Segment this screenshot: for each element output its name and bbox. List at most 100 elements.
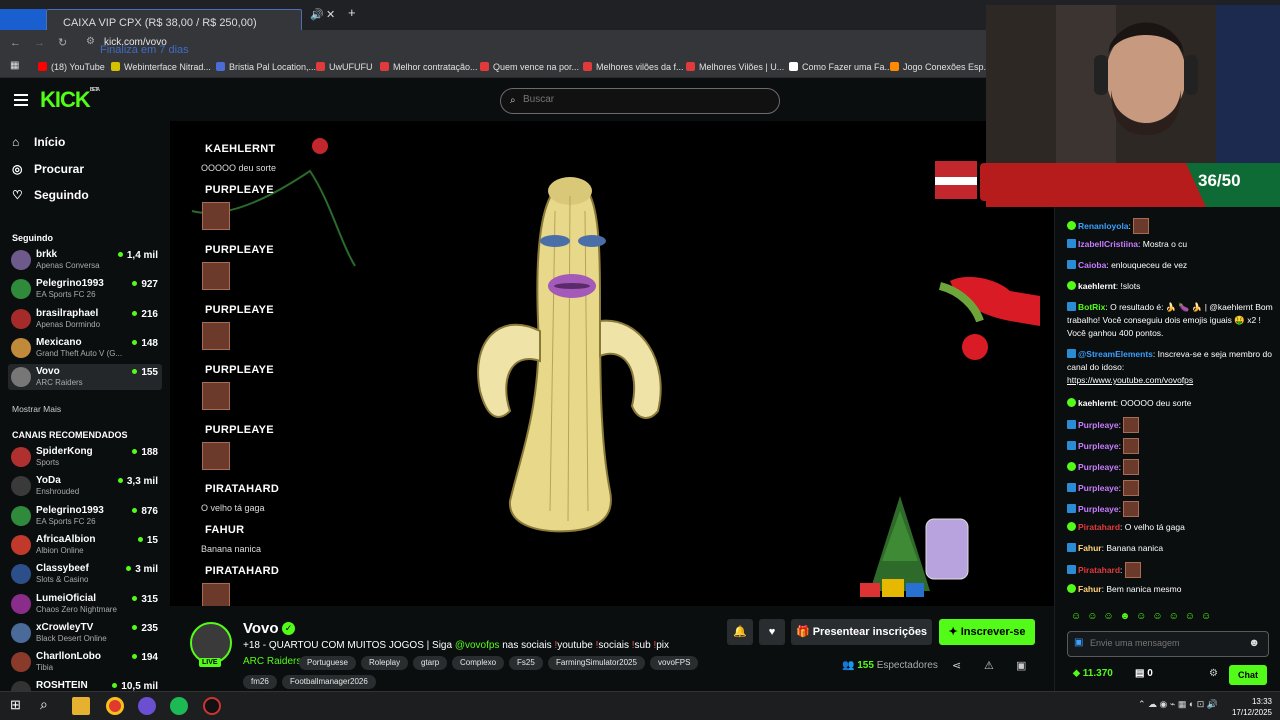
kick-logo[interactable]: KICKBETA <box>40 87 100 113</box>
streamer-name[interactable]: Vovo <box>243 620 279 637</box>
nav-following[interactable]: ♡ Seguindo <box>12 188 89 202</box>
discord-icon[interactable] <box>138 697 156 715</box>
gift-count[interactable]: ▤ 0 <box>1135 668 1153 679</box>
stream-tag[interactable]: vovoFPS <box>650 656 699 670</box>
channel-name: YoDa <box>36 475 61 487</box>
chat-username[interactable]: Purpleaye <box>1078 462 1119 472</box>
back-icon[interactable]: ← <box>10 37 21 49</box>
bookmark-item[interactable]: UwUFUFU <box>316 62 373 72</box>
bookmark-item[interactable]: Como Fazer uma Fa... <box>789 62 892 72</box>
stream-tag[interactable]: Complexo <box>452 656 505 670</box>
chat-username[interactable]: Purpleaye <box>1078 420 1119 430</box>
stream-tag[interactable]: Portuguese <box>299 656 356 670</box>
windows-start-icon[interactable]: ⊞ <box>10 697 21 713</box>
channel-row[interactable]: Mexicano Grand Theft Auto V (G... 148 <box>8 335 162 361</box>
bookmark-item[interactable]: Bristia Pal Location,... <box>216 62 316 72</box>
chat-username[interactable]: @StreamElements <box>1078 349 1153 359</box>
chat-username[interactable]: IzabellCristiina <box>1078 239 1138 249</box>
system-clock[interactable]: 13:33 17/12/2025 <box>1232 696 1272 718</box>
report-icon[interactable]: ⚠ <box>984 659 994 672</box>
file-explorer-icon[interactable] <box>72 697 90 715</box>
channel-row[interactable]: YoDa Enshrouded 3,3 mil <box>8 473 162 499</box>
chat-username[interactable]: Piratahard <box>1078 565 1120 575</box>
emote-bar[interactable]: ☺☺☺☻☺☺☺☺☺ <box>1071 611 1217 622</box>
bookmark-item[interactable]: (18) YouTube <box>38 62 105 72</box>
stream-tag[interactable]: gtarp <box>413 656 448 670</box>
search-box[interactable]: ⌕ <box>500 88 780 114</box>
search-input[interactable] <box>523 94 763 105</box>
apps-grid-icon[interactable]: ▦ <box>10 60 19 71</box>
spotify-icon[interactable] <box>170 697 188 715</box>
stream-tag[interactable]: fm26 <box>243 675 277 689</box>
channel-row[interactable]: CharllonLobo Tibia 194 <box>8 649 162 675</box>
bookmark-item[interactable]: Melhor contratação... <box>380 62 478 72</box>
channel-row[interactable]: xCrowleyTV Black Desert Online 235 <box>8 620 162 646</box>
home-icon: ⌂ <box>12 135 20 149</box>
channel-row[interactable]: brasilraphael Apenas Dormindo 216 <box>8 306 162 332</box>
stream-category-link[interactable]: ARC Raiders <box>243 656 301 667</box>
channel-row[interactable]: AfricaAlbion Albion Online 15 <box>8 532 162 558</box>
bookmark-item[interactable]: Melhores vilões da f... <box>583 62 684 72</box>
gift-subs-button[interactable]: 🎁 Presentear inscrições <box>791 619 932 645</box>
stream-tag[interactable]: FarmingSimulator2025 <box>548 656 645 670</box>
chrome-icon[interactable] <box>106 697 124 715</box>
menu-icon[interactable] <box>14 94 28 106</box>
search-taskbar-icon[interactable]: ⌕ <box>40 696 48 713</box>
title-handle-link[interactable]: @vovofps <box>455 640 500 651</box>
chat-username[interactable]: Renanloyola <box>1078 221 1129 231</box>
chat-link[interactable]: https://www.youtube.com/vovofps <box>1067 375 1193 385</box>
bookmark-item[interactable]: Jogo Conexões Esp... <box>890 62 991 72</box>
channel-row[interactable]: Pelegrino1993 EA Sports FC 26 876 <box>8 503 162 529</box>
channel-row[interactable]: Pelegrino1993 EA Sports FC 26 927 <box>8 276 162 302</box>
bookmark-item[interactable]: Webinterface Nitrad... <box>111 62 211 72</box>
chat-username[interactable]: BotRix <box>1078 302 1105 312</box>
chat-username[interactable]: kaehlernt <box>1078 281 1116 291</box>
nav-browse[interactable]: ◎ Procurar <box>12 162 84 176</box>
stream-tag[interactable]: Footballmanager2026 <box>282 675 376 689</box>
channel-category: Tibia <box>36 663 54 673</box>
chat-username[interactable]: kaehlernt <box>1078 398 1116 408</box>
new-tab-icon[interactable]: + <box>348 5 356 20</box>
overlay-emote-image <box>202 262 230 290</box>
channel-points[interactable]: ⬥ 11.370 <box>1073 668 1113 679</box>
chat-username[interactable]: Purpleaye <box>1078 483 1119 493</box>
channel-row[interactable]: brkk Apenas Conversa 1,4 mil <box>8 247 162 273</box>
reload-icon[interactable]: ↻ <box>58 36 67 49</box>
stream-tag[interactable]: Roleplay <box>361 656 409 670</box>
subscribe-button[interactable]: ✦ Inscrever-se <box>939 619 1035 645</box>
chat-settings-icon[interactable]: ⚙ <box>1209 668 1218 679</box>
channel-avatar <box>11 652 31 673</box>
channel-row[interactable]: LumeiOficial Chaos Zero Nightmare 315 <box>8 591 162 617</box>
send-chat-button[interactable]: Chat <box>1229 665 1267 685</box>
mute-icon[interactable]: 🔊 <box>310 8 324 21</box>
channel-row[interactable]: Vovo ARC Raiders 155 <box>8 364 162 391</box>
heart-icon: ♡ <box>12 188 23 202</box>
chat-username[interactable]: Purpleaye <box>1078 441 1119 451</box>
overlay-chat-username: PIRATAHARD <box>205 565 280 577</box>
close-tab-icon[interactable]: ✕ <box>326 8 335 21</box>
notification-bell-button[interactable]: 🔔 <box>727 619 753 645</box>
channel-row[interactable]: SpiderKong Sports 188 <box>8 444 162 470</box>
bookmark-item[interactable]: Quem vence na por... <box>480 62 579 72</box>
chat-username[interactable]: Caioba <box>1078 260 1106 270</box>
stream-tag[interactable]: Fs25 <box>509 656 543 670</box>
channel-row[interactable]: Classybeef Slots & Casino 3 mil <box>8 561 162 587</box>
show-more-link[interactable]: Mostrar Mais <box>12 404 61 414</box>
chat-input[interactable] <box>1090 638 1240 648</box>
nav-home[interactable]: ⌂ Início <box>12 135 65 149</box>
site-settings-icon[interactable]: ⚙ <box>86 36 95 47</box>
clip-icon[interactable]: ▣ <box>1016 659 1026 672</box>
obs-icon[interactable] <box>203 697 221 715</box>
emoji-icon[interactable]: ☻ <box>1248 637 1260 649</box>
video-player[interactable]: KAEHLERNT OOOOO deu sorte PURPLEAYE PURPLEA… <box>170 121 1054 606</box>
chat-username[interactable]: Piratahard <box>1078 522 1120 532</box>
chat-input-box[interactable]: ▣ ☻ <box>1067 631 1269 657</box>
tray-icons[interactable]: ⌃ ☁ ◉ ⌁ ▦ ◐ ⊡ 🔊 <box>1138 699 1218 710</box>
chat-username[interactable]: Purpleaye <box>1078 504 1119 514</box>
chat-username[interactable]: Fahur <box>1078 584 1102 594</box>
chat-username[interactable]: Fahur <box>1078 543 1102 553</box>
follow-heart-button[interactable]: ♥ <box>759 619 785 645</box>
bookmark-item[interactable]: Melhores Vilões | U... <box>686 62 784 72</box>
share-icon[interactable]: ⋖ <box>952 659 961 672</box>
forward-icon[interactable]: → <box>34 37 45 49</box>
